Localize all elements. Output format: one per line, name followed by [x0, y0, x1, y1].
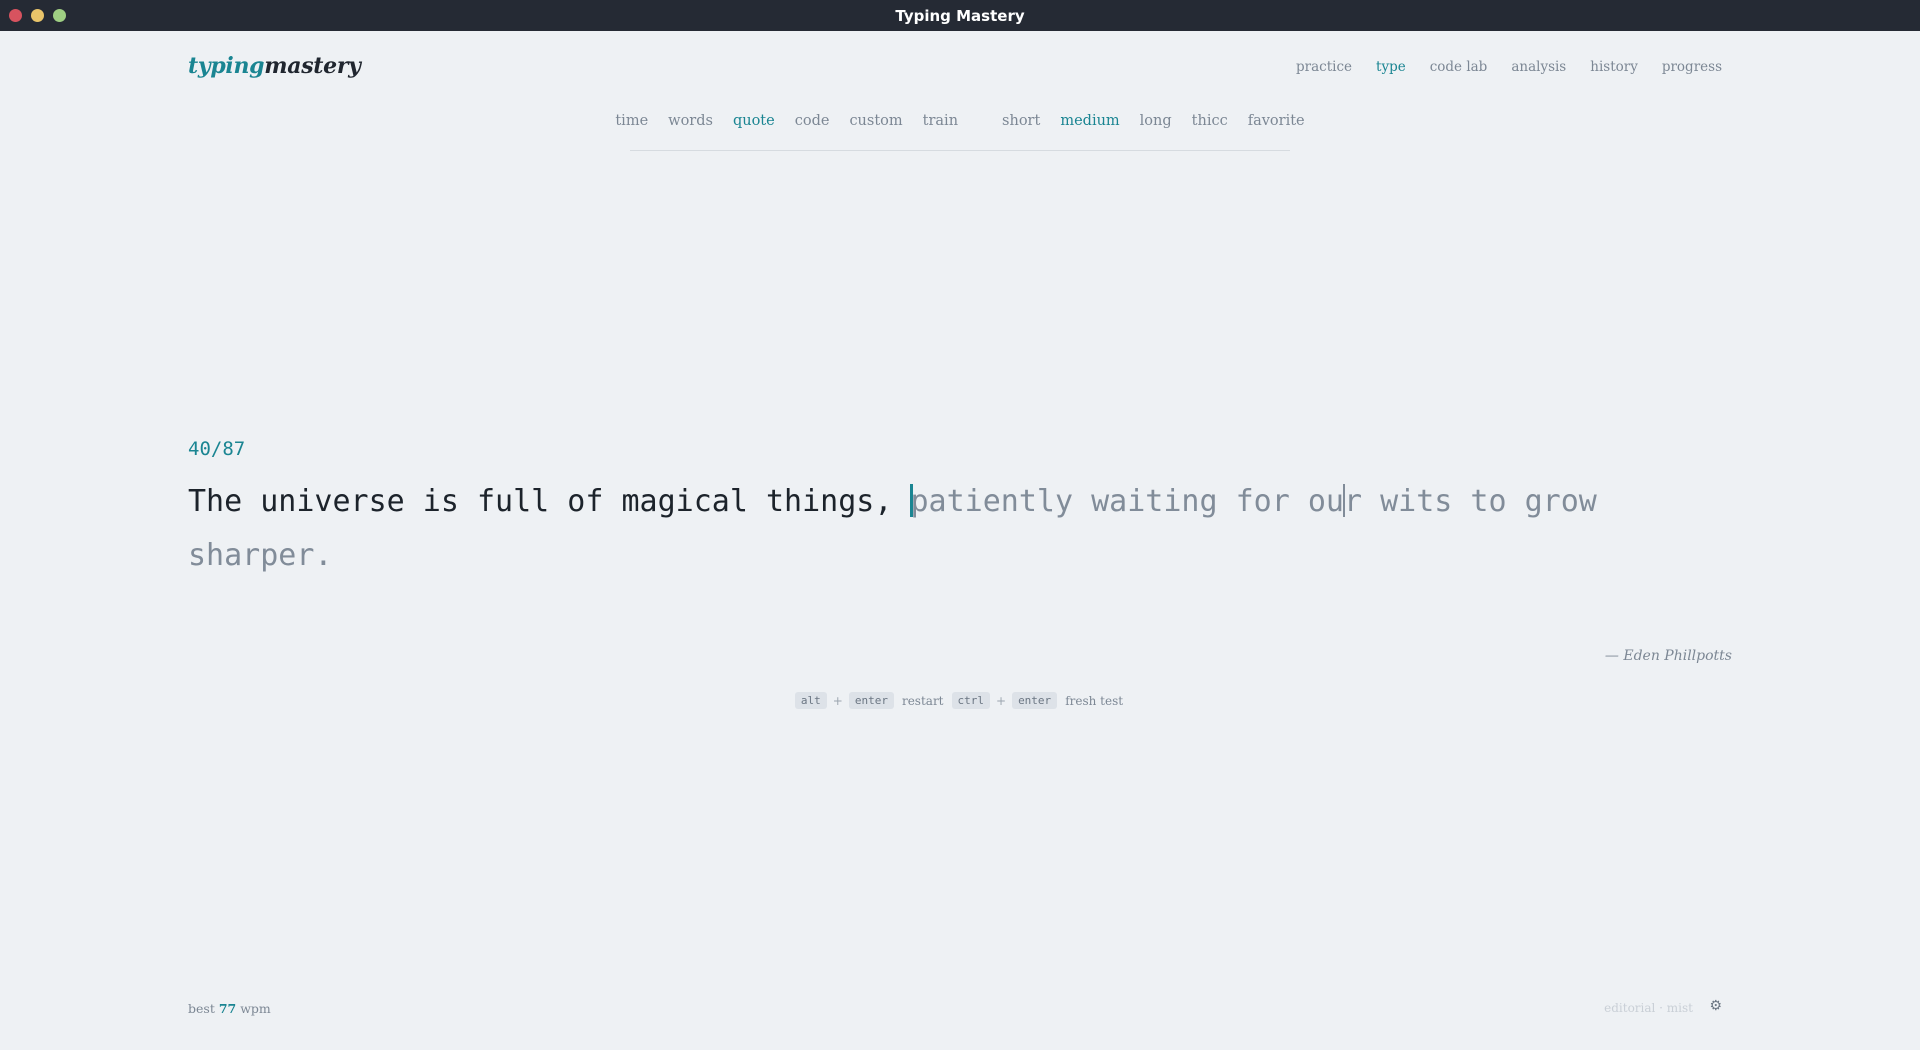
char-progress: 40/87	[188, 438, 246, 460]
mode-code[interactable]: code	[795, 113, 830, 129]
key-alt: alt	[794, 692, 827, 709]
mode-train[interactable]: train	[923, 113, 958, 129]
nav-code-lab[interactable]: code lab	[1430, 59, 1488, 75]
mode-quote[interactable]: quote	[733, 113, 775, 129]
mode-words[interactable]: words	[668, 113, 713, 129]
length-favorite[interactable]: favorite	[1248, 113, 1305, 129]
length-medium[interactable]: medium	[1060, 113, 1119, 129]
theme-name[interactable]: editorial · mist	[1604, 1001, 1693, 1015]
nav-analysis[interactable]: analysis	[1511, 59, 1566, 75]
app-logo[interactable]: typingmastery	[188, 53, 361, 79]
key-enter: enter	[848, 692, 894, 709]
length-thicc[interactable]: thicc	[1192, 113, 1228, 129]
mode-time[interactable]: time	[615, 113, 648, 129]
length-short[interactable]: short	[1002, 113, 1040, 129]
plus-sign: +	[832, 693, 843, 708]
pending-text-a: patiently waiting for ou	[910, 484, 1344, 519]
nav-type[interactable]: type	[1376, 59, 1406, 75]
logo-typing: typing	[188, 53, 265, 79]
nav-progress[interactable]: progress	[1662, 59, 1722, 75]
title-bar: Typing Mastery	[0, 0, 1920, 31]
window-title: Typing Mastery	[895, 7, 1025, 25]
test-type-group: time words quote code custom train	[615, 113, 958, 129]
nav-history[interactable]: history	[1590, 59, 1638, 75]
key-enter: enter	[1012, 692, 1058, 709]
mode-bar: time words quote code custom train short…	[615, 113, 1305, 151]
logo-mastery: mastery	[264, 53, 361, 79]
best-unit: wpm	[240, 1001, 271, 1016]
fresh-test-hint: fresh test	[1065, 693, 1124, 708]
key-ctrl: ctrl	[951, 692, 990, 709]
typed-text: The universe is full of magical things,	[188, 484, 911, 519]
best-prefix: best	[188, 1001, 215, 1016]
best-value: 77	[218, 1001, 237, 1016]
length-long[interactable]: long	[1140, 113, 1172, 129]
gear-icon[interactable]: ⚙	[1709, 998, 1722, 1014]
keyboard-hints: alt + enter restart ctrl + enter fresh t…	[0, 692, 1920, 709]
restart-hint: restart	[901, 693, 944, 708]
top-nav: practice type code lab analysis history …	[1296, 59, 1722, 75]
quote-author: — Eden Phillpotts	[1604, 648, 1732, 664]
quote-length-group: short medium long thicc favorite	[1002, 113, 1305, 129]
mode-custom[interactable]: custom	[849, 113, 902, 129]
typing-area[interactable]: The universe is full of magical things, …	[188, 475, 1748, 583]
nav-practice[interactable]: practice	[1296, 59, 1352, 75]
best-wpm: best 77 wpm	[188, 1001, 271, 1016]
plus-sign: +	[996, 693, 1007, 708]
